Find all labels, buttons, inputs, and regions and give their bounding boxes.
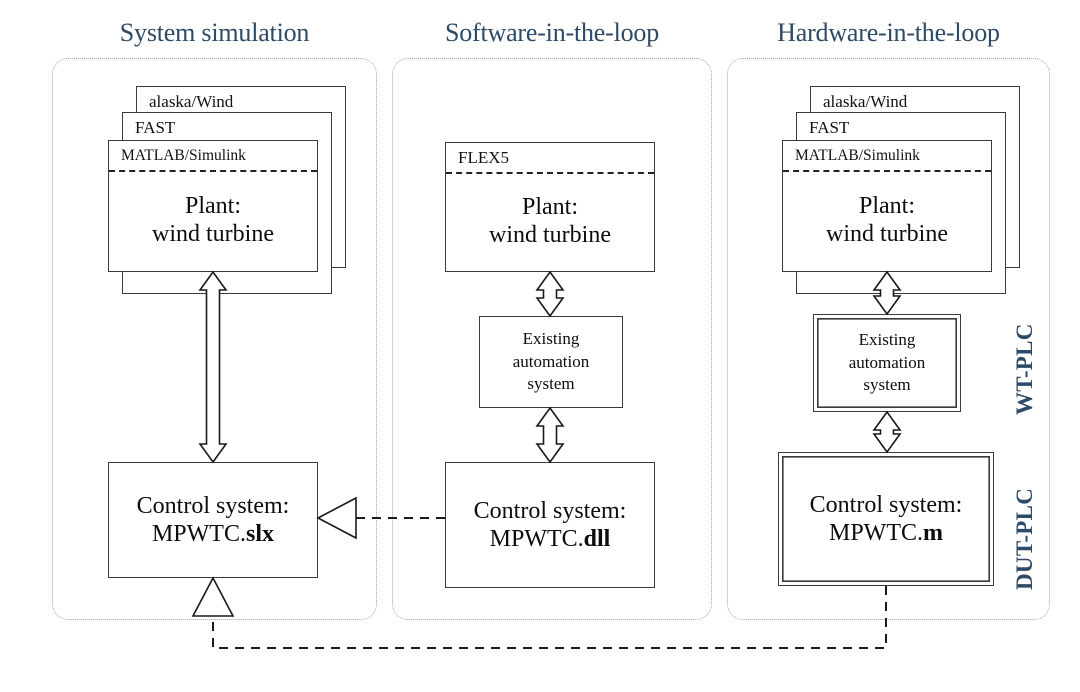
control-system-prefix: MPWTC.: [489, 526, 584, 552]
control-system-prefix: MPWTC.: [151, 521, 246, 547]
control-system-label-col3: Control system: MPWTC.m: [779, 453, 993, 585]
automation-line1: Existing: [858, 329, 916, 349]
automation-system-box-col2: Existing automation system: [479, 316, 623, 408]
control-system-line1: Control system:: [473, 497, 627, 524]
control-system-box-col3: Control system: MPWTC.m: [778, 452, 994, 586]
control-system-line1: Control system:: [136, 492, 290, 519]
control-system-line1: Control system:: [809, 491, 963, 518]
side-label-wt-plc: WT-PLC: [1012, 323, 1037, 415]
control-system-extension: slx: [245, 521, 274, 547]
column-title-hardware-in-the-loop: Hardware-in-the-loop: [777, 18, 1000, 47]
plant-stack-tag-label: FAST: [135, 118, 176, 137]
plant-label-col3: Plant: wind turbine: [783, 171, 991, 271]
control-system-prefix: MPWTC.: [828, 520, 923, 546]
plant-label-col2: Plant: wind turbine: [446, 173, 654, 271]
plant-label-line2: wind turbine: [489, 222, 611, 248]
control-system-extension: m: [923, 520, 943, 546]
automation-line3: system: [527, 374, 575, 394]
plant-box-col1: MATLAB/Simulink Plant: wind turbine: [108, 140, 318, 272]
plant-label-line1: Plant:: [184, 193, 241, 220]
column-title-system-simulation: System simulation: [119, 18, 310, 47]
plant-label-line1: Plant:: [521, 194, 578, 221]
plant-label-line2: wind turbine: [826, 221, 948, 247]
plant-stack-tag-label: MATLAB/Simulink: [795, 147, 920, 164]
side-label-dut-plc: DUT-PLC: [1012, 487, 1037, 590]
control-system-box-col1: Control system: MPWTC.slx: [108, 462, 318, 578]
automation-system-label-col3: Existing automation system: [814, 315, 960, 411]
plant-label-col1: Plant: wind turbine: [109, 171, 317, 271]
control-system-extension: dll: [583, 526, 611, 552]
plant-stack-tag-label: MATLAB/Simulink: [121, 147, 246, 164]
plant-stack-tag-label: FLEX5: [458, 148, 509, 167]
plant-stack-tag-label: FAST: [809, 118, 850, 137]
control-system-box-col2: Control system: MPWTC.dll: [445, 462, 655, 588]
plant-box-col2: FLEX5 Plant: wind turbine: [445, 142, 655, 272]
automation-line2: automation: [848, 352, 926, 372]
automation-system-box-col3: Existing automation system: [813, 314, 961, 412]
plant-box-col3: MATLAB/Simulink Plant: wind turbine: [782, 140, 992, 272]
automation-system-label-col2: Existing automation system: [480, 317, 622, 407]
control-system-label-col1: Control system: MPWTC.slx: [109, 463, 317, 577]
column-title-software-in-the-loop: Software-in-the-loop: [444, 18, 660, 47]
diagram-canvas: System simulation Software-in-the-loop H…: [0, 0, 1080, 692]
automation-line3: system: [863, 375, 911, 395]
automation-line1: Existing: [522, 328, 580, 348]
automation-line2: automation: [512, 351, 590, 371]
control-system-label-col2: Control system: MPWTC.dll: [446, 463, 654, 587]
plant-label-line2: wind turbine: [152, 221, 274, 247]
plant-label-line1: Plant:: [858, 193, 915, 220]
